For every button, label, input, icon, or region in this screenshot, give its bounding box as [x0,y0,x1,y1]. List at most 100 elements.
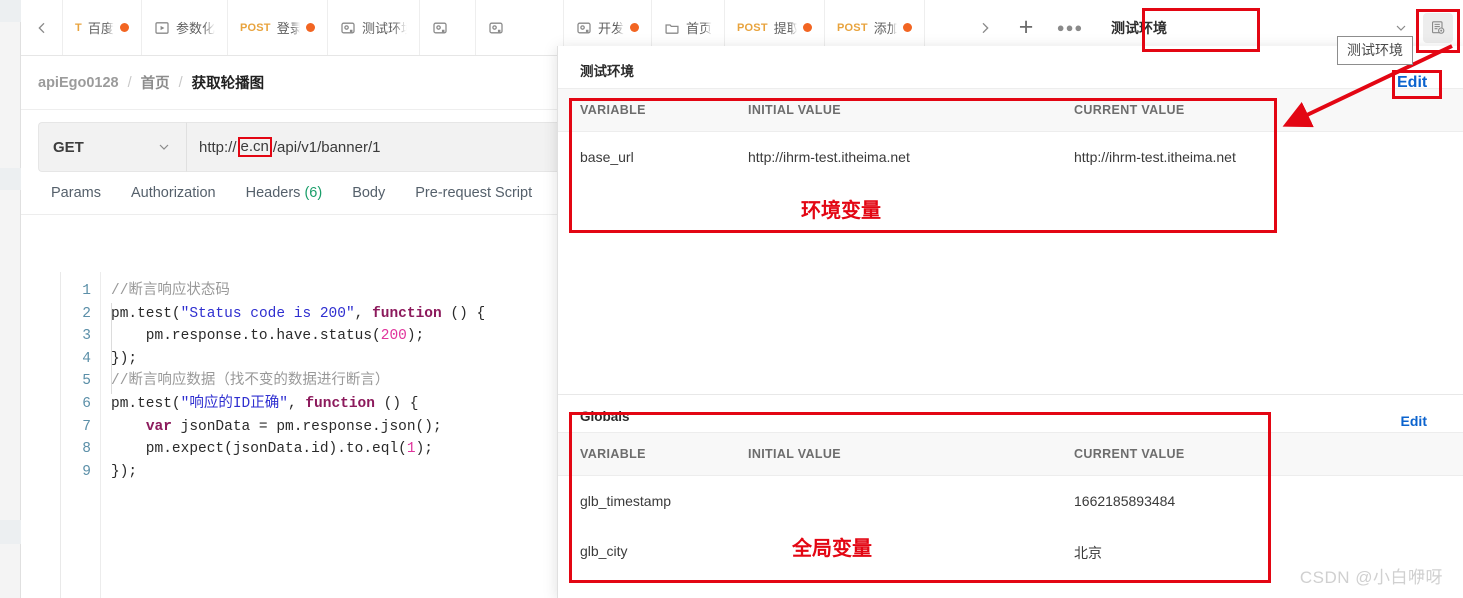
http-method-value: GET [53,138,84,156]
tab-label: 测试环境 [361,21,407,36]
environment-selector[interactable]: 测试环境 [1093,18,1423,38]
editor-line-number: 7 [82,418,91,435]
tab-headers-count: (6) [304,185,323,201]
chevron-right-icon [982,22,989,33]
editor-line-number: 5 [82,373,91,390]
code-token: //断言响应数据（找不变的数据进行断言） [111,373,390,390]
tab-body[interactable]: Body [352,185,385,201]
tab-method: T [75,21,82,34]
code-token: , [287,395,306,412]
ellipsis-icon: ●●● [1056,20,1084,35]
tab-unsaved-dot [119,23,129,32]
request-icon [341,22,355,33]
code-token: () { [374,395,419,412]
environment-section-title: 测试环境 [580,64,634,79]
code-token: var [145,418,172,435]
cell-initial-value [748,526,1074,580]
column-header-current-value: CURRENT VALUE [1074,88,1463,132]
cell-initial-value: http://ihrm-test.itheima.net [748,149,910,165]
editor-line-number: 6 [82,395,91,412]
runner-icon [155,21,169,34]
tab-method: POST [736,21,768,34]
code-token: }); [111,350,138,367]
environment-quicklook-button[interactable] [1423,12,1453,43]
tab-item[interactable] [476,0,564,55]
column-header-initial-value: INITIAL VALUE [748,432,1074,476]
new-tab-button[interactable]: + [1004,13,1048,42]
code-token: pm.test( [111,305,181,322]
editor-code-line: pm.test("响应的ID正确", function () { [111,393,561,416]
tab-item[interactable]: 测试环境 [328,0,420,55]
tab-headers-label: Headers [245,185,301,201]
code-token: 1 [406,441,416,458]
editor-code-line: //断言响应状态码 [111,280,561,303]
url-prefix: http:// [199,138,237,156]
editor-code-line: pm.response.to.have.status(200); [111,325,561,348]
tab-params[interactable]: Params [51,185,101,201]
environment-quicklook-panel: 测试环境 Edit VARIABLE INITIAL VALUE CURRENT… [557,46,1463,598]
environment-tooltip: 测试环境 [1337,36,1413,65]
code-token: ); [415,441,433,458]
tabs-scroll-right-button[interactable] [966,20,1004,36]
request-tab-bar: Params Authorization Headers (6) Body Pr… [21,172,561,215]
plus-icon: + [1018,13,1034,41]
editor-code-line: pm.expect(jsonData.id).to.eql(1); [111,438,561,461]
tab-item[interactable]: 参数化 [142,0,228,55]
editor-code-line: pm.test("Status code is 200", function (… [111,303,561,326]
url-host-highlight: e.cn [237,137,272,157]
tab-item[interactable]: POST 登录 [228,0,328,55]
code-token: }); [111,463,138,480]
tabs-scroll-left-button[interactable] [21,0,63,55]
column-header-current-value: CURRENT VALUE [1074,432,1463,476]
url-input[interactable]: http://e.cn/api/v1/banner/1 [186,122,561,172]
breadcrumb-separator: / [178,74,183,91]
postman-window: T 百度 参数化 POST 登录 [0,0,1463,598]
tab-headers[interactable]: Headers (6) [246,185,323,201]
tab-overflow-menu-button[interactable]: ●●● [1048,20,1092,35]
tab-item[interactable]: T 百度 [63,0,142,55]
cell-variable: base_url [580,149,634,165]
tab-label: 添加 [873,21,897,36]
globals-edit-link[interactable]: Edit [1401,413,1427,429]
url-row: GET http://e.cn/api/v1/banner/1 [21,110,561,172]
breadcrumb-root[interactable]: apiEgo0128 [38,75,119,91]
editor-code-line: var jsonData = pm.response.json(); [111,416,561,439]
http-method-select[interactable]: GET [38,122,186,172]
column-header-initial-value: INITIAL VALUE [748,88,1074,132]
folder-icon [665,23,679,34]
code-token: "Status code is 200" [180,305,355,322]
code-token: jsonData = pm.response.json(); [171,418,442,435]
chevron-down-icon [1393,20,1409,36]
editor-indent-guide [111,302,112,394]
request-icon [433,22,447,33]
table-row: base_url http://ihrm-test.itheima.net ht… [558,132,1463,183]
left-app-rail [0,0,21,598]
editor-code-area[interactable]: //断言响应状态码 pm.test("Status code is 200", f… [101,272,561,598]
tab-label: 参数化 [175,21,215,36]
globals-variables-table: VARIABLE INITIAL VALUE CURRENT VALUE glb… [558,432,1463,580]
column-header-variable: VARIABLE [558,88,748,132]
editor-line-number: 4 [82,350,91,367]
code-token: //断言响应状态码 [111,283,230,299]
cell-variable: glb_timestamp [580,493,672,509]
editor-code-line: }); [111,348,561,371]
breadcrumb-folder[interactable]: 首页 [141,72,170,93]
tab-item[interactable] [420,0,476,55]
editor-line-number: 9 [82,463,91,480]
chevron-left-icon [37,22,44,33]
tab-unsaved-dot [802,23,812,32]
environment-quicklook-icon [1432,20,1445,34]
code-token: function [305,395,375,412]
editor-code-line: //断言响应数据（找不变的数据进行断言） [111,370,561,393]
code-token: "响应的ID正确" [180,395,288,412]
environment-variables-section: 测试环境 Edit VARIABLE INITIAL VALUE CURRENT… [558,46,1463,394]
table-header-row: VARIABLE INITIAL VALUE CURRENT VALUE [558,88,1463,132]
editor-line-number: 1 [82,283,91,299]
script-editor[interactable]: 123456789 //断言响应状态码 pm.test("Status code … [60,272,561,598]
tab-pre-request-script[interactable]: Pre-request Script [415,185,532,201]
code-token: , [354,305,373,322]
editor-line-numbers: 1 2 3 4 5 6 7 8 9 [61,272,101,598]
tab-label: 开发 [597,21,624,36]
tab-authorization[interactable]: Authorization [131,185,216,201]
tab-label: 登录 [276,21,300,36]
